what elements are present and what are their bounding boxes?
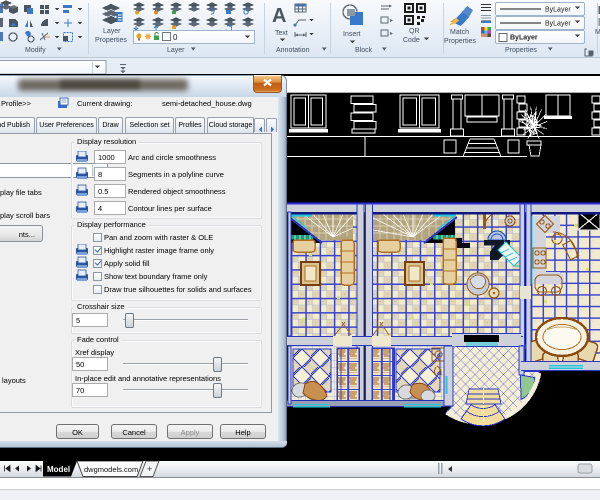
svg-text:Modify: Modify (25, 47, 46, 54)
svg-text:Insert: Insert (343, 31, 361, 38)
svg-text:Properties: Properties (95, 37, 127, 44)
svg-text:Model: Model (47, 465, 70, 474)
svg-text:M: M (595, 29, 600, 36)
svg-text:ByLayer: ByLayer (545, 21, 571, 28)
svg-text:Text: Text (275, 30, 288, 37)
svg-text:+: + (147, 464, 152, 474)
svg-text:Match: Match (450, 29, 469, 36)
svg-text:Layer: Layer (103, 28, 121, 35)
svg-text:A: A (272, 5, 286, 27)
svg-text:Code: Code (403, 37, 420, 44)
svg-text:0: 0 (173, 33, 178, 42)
svg-text:dwgmodels.com: dwgmodels.com (84, 465, 138, 474)
svg-text:Annotation: Annotation (276, 47, 310, 54)
svg-text:ByLayer: ByLayer (510, 35, 538, 42)
svg-text:Layer: Layer (167, 47, 185, 54)
svg-text:Properties: Properties (505, 47, 537, 54)
svg-text:Properties: Properties (444, 38, 476, 45)
svg-text:Block: Block (355, 47, 373, 54)
svg-text:QR: QR (409, 28, 420, 35)
svg-text:ByLayer: ByLayer (545, 7, 571, 14)
